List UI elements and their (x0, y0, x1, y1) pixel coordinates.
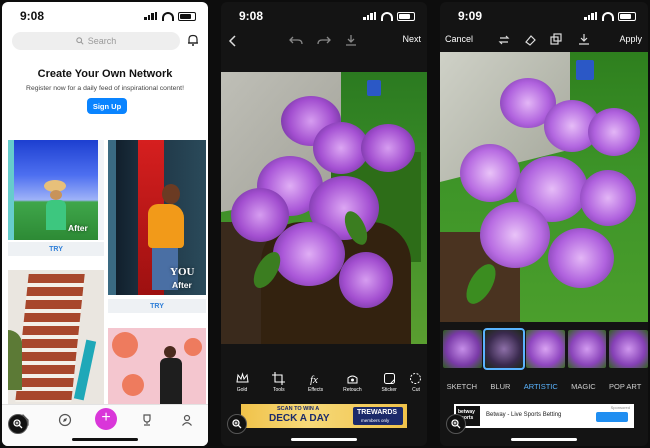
back-icon[interactable] (227, 34, 239, 48)
editor-top-bar (221, 30, 427, 52)
status-bar: 9:08 (2, 2, 208, 30)
page-title: Create Your Own Network (37, 68, 173, 80)
crown-icon (235, 372, 249, 383)
zoom-in-icon (232, 419, 242, 429)
search-input[interactable]: Search (12, 32, 180, 50)
home-indicator (511, 438, 577, 441)
page-subtitle: Register now for a daily feed of inspira… (26, 85, 184, 92)
cancel-button[interactable]: Cancel (445, 34, 473, 44)
cutout-icon (410, 373, 422, 384)
svg-text:fx: fx (310, 374, 318, 385)
signal-icon (363, 12, 377, 20)
tool-sticker[interactable]: Sticker (372, 372, 406, 402)
effect-thumbnail[interactable] (609, 330, 648, 368)
editor-toolbar: Gold Tools fx Effects Retouch Sticker Cu… (221, 372, 427, 402)
bell-icon[interactable] (186, 33, 200, 47)
apply-button[interactable]: Apply (619, 34, 642, 44)
sign-up-button[interactable]: Sign Up (87, 98, 127, 114)
after-label: After (172, 280, 192, 290)
sticker-icon (383, 373, 395, 384)
tool-tools[interactable]: Tools (262, 372, 296, 402)
battery-icon (618, 11, 636, 21)
tool-effects[interactable]: fx Effects (299, 372, 333, 402)
phone-editor-screen: 9:08 Next Gold Tools fx Effects Retouch … (221, 2, 427, 446)
effect-thumbnail[interactable] (443, 330, 482, 368)
tab-pop-art[interactable]: POP ART (609, 382, 641, 391)
try-button[interactable]: TRY (108, 299, 206, 313)
tool-retouch[interactable]: Retouch (335, 372, 369, 402)
zoom-button[interactable] (446, 414, 466, 434)
effect-thumbnail-selected[interactable] (482, 328, 526, 370)
phone-effect-screen: 9:09 Cancel Apply SKETCH BLUR ARTISTIC M… (440, 2, 648, 446)
tool-gold[interactable]: Gold (225, 372, 259, 402)
ad-note: members only (361, 418, 390, 423)
tab-magic[interactable]: MAGIC (571, 382, 596, 391)
zoom-button[interactable] (8, 414, 28, 434)
fx-icon: fx (310, 374, 318, 385)
ad-brand: TREWARDS (357, 409, 398, 416)
battery-icon (397, 11, 415, 21)
status-time: 9:08 (20, 9, 45, 23)
phone-feed-screen: 9:08 Search Create Your Own Network Regi… (2, 2, 208, 446)
banner-ad[interactable]: betway sports Betway - Live Sports Betti… (454, 404, 634, 428)
tab-sketch[interactable]: SKETCH (447, 382, 477, 391)
try-button[interactable]: TRY (8, 242, 104, 256)
effect-thumbnail[interactable] (567, 330, 607, 368)
feed-card-portrait[interactable]: YOU After (108, 140, 206, 295)
comparison-stage: 9:08 Search Create Your Own Network Regi… (0, 0, 650, 448)
search-placeholder: Search (87, 36, 117, 46)
status-bar: 9:09 (440, 2, 648, 30)
tab-blur[interactable]: BLUR (490, 382, 510, 391)
portrait-overlay-text: YOU (170, 266, 195, 278)
effect-category-tabs: SKETCH BLUR ARTISTIC MAGIC POP ART (440, 382, 648, 391)
download-icon[interactable] (578, 33, 590, 45)
tool-cutout[interactable]: Cut (409, 372, 423, 402)
redo-icon[interactable] (317, 34, 331, 46)
eraser-icon[interactable] (524, 34, 536, 46)
home-indicator (291, 438, 357, 441)
status-time: 9:08 (239, 9, 264, 23)
retouch-icon (347, 375, 358, 384)
status-bar: 9:08 (221, 2, 427, 30)
effect-thumbnail-strip (443, 328, 648, 370)
zoom-in-icon (451, 419, 461, 429)
zoom-button[interactable] (227, 414, 247, 434)
plus-icon: + (101, 409, 111, 426)
crop-icon (272, 372, 286, 385)
trophy-icon[interactable] (140, 413, 154, 427)
feed-card-stairs[interactable] (8, 270, 104, 405)
after-label: After (68, 223, 88, 233)
ad-tag: Sponsored (610, 405, 630, 410)
home-indicator (72, 438, 138, 441)
ad-headline: SCAN TO WIN A (277, 406, 320, 412)
banner-ad[interactable]: SCAN TO WIN A DECK A DAY TREWARDS member… (241, 404, 407, 428)
wifi-icon (602, 11, 614, 21)
zoom-in-icon (13, 419, 23, 429)
create-button[interactable]: + (95, 408, 117, 430)
wifi-icon (381, 11, 393, 21)
battery-icon (178, 11, 196, 21)
compare-icon[interactable] (498, 34, 510, 46)
tab-artistic[interactable]: ARTISTIC (524, 382, 558, 391)
undo-icon[interactable] (289, 34, 303, 46)
signal-icon (584, 12, 598, 20)
profile-icon[interactable] (180, 413, 194, 427)
download-icon[interactable] (345, 34, 357, 46)
signal-icon (144, 12, 158, 20)
ad-text: Betway - Live Sports Betting (486, 412, 562, 418)
feed-card-circles[interactable] (108, 328, 206, 406)
status-time: 9:09 (458, 9, 483, 23)
layers-icon[interactable] (550, 33, 562, 45)
wifi-icon (162, 11, 174, 21)
photo-canvas[interactable] (221, 72, 427, 344)
effect-thumbnail[interactable] (526, 330, 565, 368)
ad-title: DECK A DAY (269, 413, 330, 424)
next-button[interactable]: Next (402, 34, 421, 44)
compass-icon[interactable] (58, 413, 72, 427)
feed-card-field[interactable]: After (8, 140, 104, 240)
bottom-tab-bar: + (2, 404, 208, 446)
ad-cta-button[interactable] (596, 412, 628, 422)
search-icon (76, 37, 84, 45)
photo-canvas[interactable] (440, 52, 648, 322)
